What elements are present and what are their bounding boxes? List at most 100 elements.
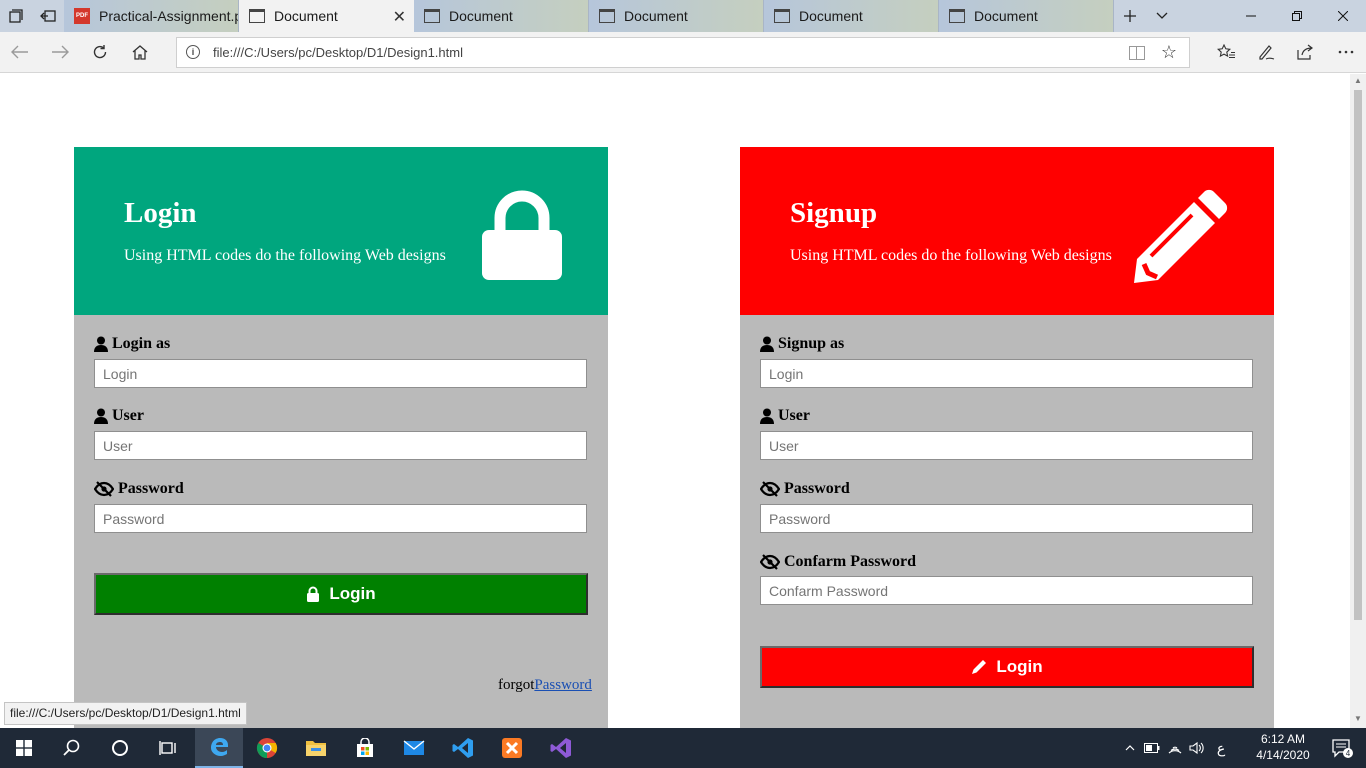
signup-button-label: Login [996,657,1043,676]
info-icon[interactable]: i [186,45,200,59]
tab-document[interactable]: Document [939,0,1114,32]
more-options-icon[interactable] [1336,42,1356,62]
forgot-password: forgotPassword [498,677,592,694]
user-icon [760,336,774,352]
chrome-icon[interactable] [243,728,291,768]
xampp-icon[interactable] [488,728,536,768]
favorite-star-icon[interactable]: ☆ [1161,42,1177,63]
search-icon[interactable] [48,728,96,768]
signup-title: Signup [790,197,878,229]
login-subtitle: Using HTML codes do the following Web de… [124,247,446,264]
page-icon [249,9,265,23]
signup-as-label: Signup as [760,335,844,353]
taskbar-clock[interactable]: 6:12 AM 4/14/2020 [1250,731,1316,763]
login-button[interactable]: Login [94,573,588,615]
tab-document[interactable]: Document [764,0,939,32]
confirm-password-label-text: Confarm Password [784,553,916,570]
minimize-button[interactable] [1228,0,1274,32]
cortana-icon[interactable] [96,728,144,768]
browser-tab-strip: PDF Practical-Assignment.p Document ✕ Do… [0,0,1366,32]
confirm-password-label: Confarm Password [760,553,916,571]
password-label-text: Password [118,480,184,497]
mail-icon[interactable] [390,728,438,768]
tab-document-active[interactable]: Document ✕ [239,0,414,32]
signup-user-input[interactable] [760,431,1253,460]
back-arrow-icon[interactable] [10,42,30,62]
file-explorer-icon[interactable] [292,728,340,768]
vscode-icon[interactable] [439,728,487,768]
login-button-label: Login [329,584,376,603]
battery-icon[interactable] [1140,743,1164,753]
new-tab-button[interactable] [1114,0,1146,32]
favorites-list-icon[interactable] [1216,42,1236,62]
scroll-down-arrow-icon[interactable]: ▼ [1354,714,1362,723]
home-icon[interactable] [130,42,150,62]
tab-preview-chevron-icon[interactable] [1146,0,1178,32]
scroll-up-arrow-icon[interactable]: ▲ [1354,76,1362,85]
tab-label: Document [274,8,338,24]
signup-password-input[interactable] [760,504,1253,533]
lock-icon [482,190,562,280]
tab-document[interactable]: Document [414,0,589,32]
password-input[interactable] [94,504,587,533]
signup-as-label-text: Signup as [778,335,845,352]
signup-login-button[interactable]: Login [760,646,1254,688]
user-input[interactable] [94,431,587,460]
set-tabs-aside-icon[interactable] [32,0,64,32]
system-tray: ع [1120,728,1234,768]
volume-icon[interactable] [1186,741,1208,755]
eye-slash-icon [760,481,780,497]
tab-manager-icon[interactable] [0,0,32,32]
forgot-password-link[interactable]: Password [534,677,592,693]
visual-studio-icon[interactable] [537,728,585,768]
address-bar[interactable]: i file:///C:/Users/pc/Desktop/D1/Design1… [176,37,1190,68]
page-viewport: Login Using HTML codes do the following … [0,74,1350,728]
confirm-password-input[interactable] [760,576,1253,605]
login-header: Login Using HTML codes do the following … [74,147,608,315]
address-url[interactable]: file:///C:/Users/pc/Desktop/D1/Design1.h… [213,45,463,60]
input-language-indicator[interactable]: ع [1208,740,1234,757]
lock-icon [307,586,320,602]
close-window-button[interactable] [1320,0,1366,32]
page-scrollbar[interactable]: ▲ ▼ [1350,74,1366,728]
login-as-label: Login as [94,335,170,353]
eye-slash-icon [94,481,114,497]
store-icon[interactable] [341,728,389,768]
clock-time: 6:12 AM [1260,732,1306,746]
page-icon [949,9,965,23]
user-icon [94,336,108,352]
windows-start-icon[interactable] [0,728,48,768]
wifi-icon[interactable] [1164,741,1186,755]
signup-subtitle: Using HTML codes do the following Web de… [790,247,1112,264]
page-icon [599,9,615,23]
restore-button[interactable] [1274,0,1320,32]
forward-arrow-icon[interactable] [50,42,70,62]
tab-label: Document [449,8,513,24]
show-hidden-icons-chevron-icon[interactable] [1120,745,1140,751]
share-icon[interactable] [1295,42,1315,62]
browser-toolbar: i file:///C:/Users/pc/Desktop/D1/Design1… [0,32,1366,73]
page-icon [424,9,440,23]
tab-practical-assignment[interactable]: PDF Practical-Assignment.p [64,0,239,32]
signup-as-input[interactable] [760,359,1253,388]
refresh-icon[interactable] [90,42,110,62]
notifications-icon[interactable]: 4 [1318,728,1366,768]
login-title: Login [124,197,197,229]
user-icon [94,408,108,424]
login-as-input[interactable] [94,359,587,388]
pen-notes-icon[interactable] [1256,42,1276,62]
reading-view-icon[interactable] [1129,46,1145,60]
tab-document[interactable]: Document [589,0,764,32]
signup-password-label: Password [760,480,850,498]
close-tab-icon[interactable]: ✕ [393,7,406,27]
task-view-icon[interactable] [144,728,192,768]
pencil-icon [1134,189,1228,283]
pdf-icon: PDF [74,8,90,24]
password-label: Password [94,480,184,498]
tab-label: Document [799,8,863,24]
login-card: Login Using HTML codes do the following … [74,147,608,728]
scrollbar-thumb[interactable] [1354,90,1362,620]
pencil-icon [972,660,987,674]
notification-count: 4 [1346,749,1351,758]
edge-icon[interactable] [195,728,243,768]
